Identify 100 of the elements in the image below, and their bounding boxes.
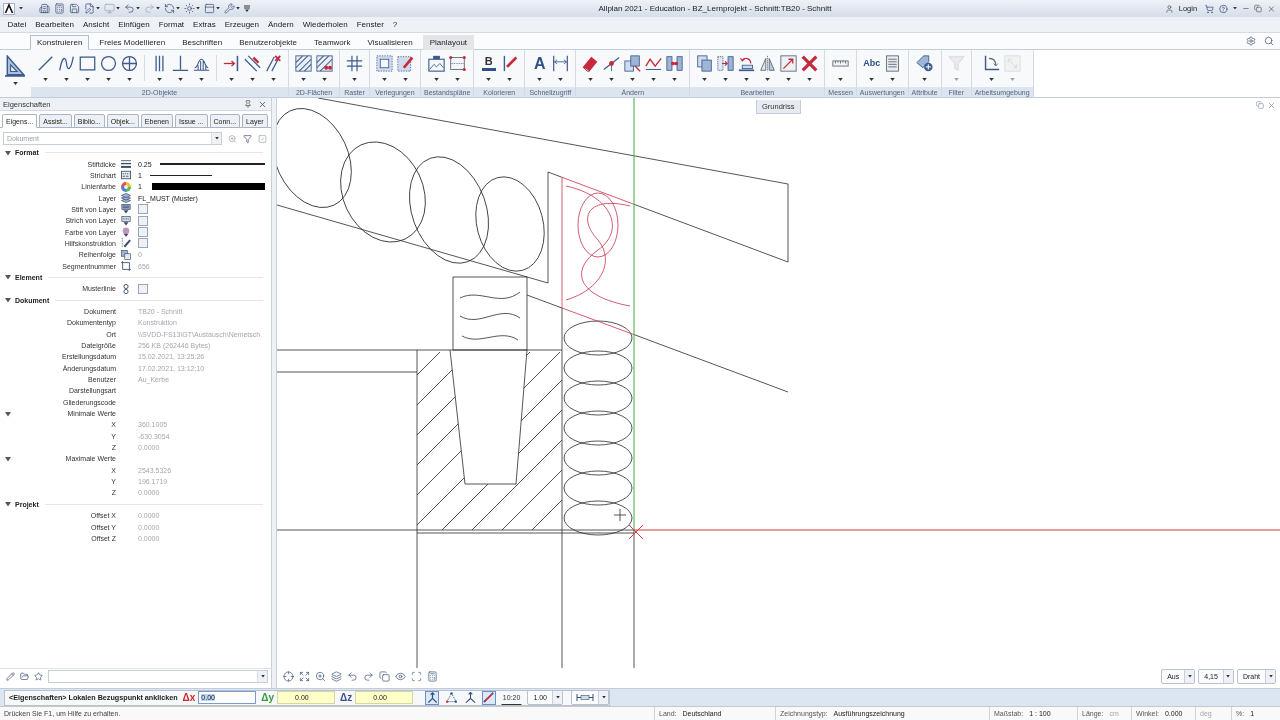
star-icon[interactable] [34, 672, 43, 681]
user-icon[interactable] [1165, 3, 1174, 14]
customize-icon[interactable] [244, 5, 250, 12]
grid-icon[interactable] [346, 55, 363, 72]
checkbox[interactable] [138, 283, 148, 294]
menu-item[interactable]: Fenster [352, 20, 389, 29]
eraser-icon[interactable] [582, 55, 600, 72]
expander-icon[interactable] [5, 410, 11, 417]
delete-icon[interactable] [801, 55, 819, 72]
building-icon[interactable] [39, 3, 50, 14]
caret-icon[interactable] [537, 78, 543, 81]
expander-icon[interactable] [5, 149, 11, 156]
caret-icon[interactable] [702, 78, 708, 81]
caret-icon[interactable] [588, 78, 594, 81]
caret-icon[interactable] [630, 78, 636, 81]
triangle-points-icon[interactable] [445, 692, 457, 703]
caret-icon[interactable] [136, 7, 140, 10]
move-icon[interactable] [717, 55, 735, 72]
caret-icon[interactable] [216, 7, 220, 10]
pencil-line-icon[interactable] [501, 55, 519, 72]
tag-icon[interactable] [916, 55, 934, 72]
caret-icon[interactable] [486, 78, 492, 81]
ribbon-tab[interactable]: Planlayout [422, 35, 475, 50]
ribbon-tab[interactable]: Konstruieren [30, 35, 90, 50]
caret-icon[interactable] [1187, 675, 1192, 678]
dotted-frame-icon[interactable] [376, 55, 393, 72]
caret-icon[interactable] [558, 78, 564, 81]
caret-icon[interactable] [229, 78, 234, 81]
line-point-icon[interactable] [603, 55, 621, 72]
sun-icon[interactable] [184, 3, 195, 14]
calculator-icon[interactable] [427, 671, 438, 682]
cart-icon[interactable] [1205, 3, 1214, 14]
report-icon[interactable] [884, 55, 902, 72]
frame-icon[interactable] [449, 55, 467, 72]
zoom-in-icon[interactable] [315, 671, 326, 682]
pin-icon[interactable] [244, 100, 252, 108]
ribbon-tab[interactable]: Freies Modellieren [92, 35, 173, 50]
menu-item[interactable]: Ansicht [78, 20, 114, 29]
split-lines-icon[interactable] [244, 55, 261, 72]
caret-icon[interactable] [64, 78, 69, 81]
windows-icon[interactable] [379, 671, 390, 682]
curve-icon[interactable] [58, 55, 75, 72]
caret-icon[interactable] [250, 78, 255, 81]
caret-icon[interactable] [601, 696, 606, 699]
ribbon-tab[interactable]: Beschriften [175, 35, 230, 50]
app-logo-icon[interactable] [3, 2, 15, 15]
search-icon[interactable] [1264, 36, 1274, 46]
expander-icon[interactable] [5, 297, 11, 304]
caret-icon[interactable] [744, 78, 750, 81]
rectangle-icon[interactable] [79, 55, 96, 72]
text-tool-button[interactable]: A [531, 55, 549, 72]
fill-tool-button[interactable]: B [480, 55, 498, 72]
caret-icon[interactable] [85, 78, 90, 81]
menu-item[interactable]: Einfügen [113, 20, 155, 29]
caret-icon[interactable] [765, 78, 771, 81]
menu-item[interactable]: ? [388, 20, 402, 29]
caret-icon[interactable] [260, 675, 265, 678]
caret-icon[interactable] [236, 7, 240, 10]
dimension-dropdown[interactable] [571, 690, 609, 705]
caret-icon[interactable] [19, 7, 23, 10]
caret-icon[interactable] [156, 7, 160, 10]
caret-icon[interactable] [403, 78, 408, 81]
undo-icon[interactable] [347, 671, 358, 682]
caret-icon[interactable] [271, 78, 276, 81]
trim-lines-icon[interactable] [265, 55, 282, 72]
pen-icon[interactable] [483, 692, 495, 703]
color-swatch[interactable] [151, 183, 265, 191]
menu-item[interactable]: Datei [3, 20, 31, 29]
settings-icon[interactable] [1246, 36, 1256, 46]
caret-icon[interactable] [807, 78, 813, 81]
crosshair-icon[interactable] [283, 671, 294, 682]
caret-icon[interactable] [434, 78, 440, 81]
layers-icon[interactable] [331, 671, 342, 682]
redo-icon[interactable] [363, 671, 374, 682]
caret-icon[interactable] [301, 78, 306, 81]
close-icon[interactable] [258, 99, 267, 109]
caret-icon[interactable] [1268, 675, 1273, 678]
scale-icon[interactable] [780, 55, 798, 72]
caret-icon[interactable] [382, 78, 387, 81]
polyline-icon[interactable] [645, 55, 663, 72]
axes-icon[interactable] [983, 55, 1001, 72]
menu-item[interactable]: Ändern [263, 20, 299, 29]
checkbox[interactable] [138, 227, 148, 238]
caret-icon[interactable] [1232, 7, 1237, 10]
axis-arrows-icon[interactable] [426, 692, 438, 703]
folder-icon[interactable] [20, 672, 29, 681]
line-icon[interactable] [37, 55, 54, 72]
checkbox[interactable] [138, 238, 148, 249]
caret-icon[interactable] [455, 78, 461, 81]
caret-icon[interactable] [43, 78, 48, 81]
window-icon[interactable] [204, 3, 215, 14]
picture-icon[interactable] [428, 55, 446, 72]
expander-icon[interactable] [5, 455, 11, 462]
expander-icon[interactable] [5, 501, 11, 508]
caret-icon[interactable] [1226, 675, 1231, 678]
caret-icon[interactable] [838, 78, 844, 81]
check-icon[interactable] [258, 133, 267, 144]
eye-icon[interactable] [395, 671, 406, 682]
frame-select-icon[interactable] [411, 671, 422, 682]
hatch-icon[interactable] [295, 55, 312, 72]
